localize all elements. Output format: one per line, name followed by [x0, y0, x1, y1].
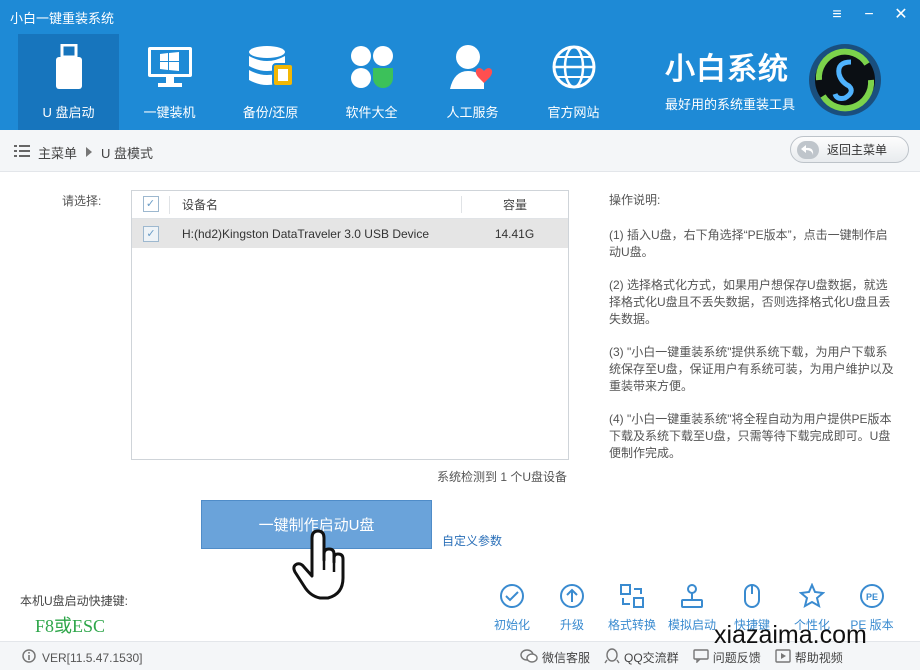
- instruction-step: (4) "小白一键重装系统"将全程自动为用户提供PE版本下载及系统下载至U盘，只…: [609, 412, 892, 460]
- window-controls: ≡ − ✕: [830, 6, 908, 24]
- back-arrow-icon: [797, 140, 819, 159]
- device-capacity: 14.41G: [494, 226, 535, 241]
- chevron-right-icon: [85, 145, 93, 160]
- device-table: ✓ 设备名 容量 ✓ H:(hd2)Kingston DataTraveler …: [131, 190, 569, 460]
- footer-link-qq[interactable]: QQ交流群: [604, 648, 679, 667]
- svg-text:PE: PE: [866, 592, 878, 602]
- footer-link-label: 微信客服: [542, 651, 591, 665]
- nav-item-website[interactable]: 官方网站: [523, 34, 624, 130]
- breadcrumb-current: U 盘模式: [101, 146, 154, 161]
- column-header-capacity: 容量: [461, 196, 568, 213]
- breadcrumb-bar: 主菜单 U 盘模式: [0, 130, 920, 172]
- menu-icon[interactable]: ≡: [830, 6, 844, 24]
- brand-slogan: 最好用的系统重装工具: [665, 97, 796, 112]
- custom-params-link[interactable]: 自定义参数: [442, 532, 502, 549]
- nav-item-usb-boot[interactable]: U 盘启动: [18, 34, 119, 130]
- check-circle-icon: [498, 582, 526, 610]
- tool-format-convert[interactable]: 格式转换: [602, 582, 662, 633]
- brand: 小白系统 最好用的系统重装工具: [665, 44, 795, 113]
- usb-drive-icon: [44, 42, 94, 92]
- footer-links: 微信客服 QQ交流群 问题反馈 帮助视频: [520, 648, 843, 667]
- version-info: VER[11.5.47.1530]: [22, 649, 143, 666]
- main-nav: U 盘启动 一键装机 备份/还原 软件大全 人工服务 官方网站: [18, 34, 624, 130]
- list-icon: [14, 145, 30, 160]
- version-text: VER[11.5.47.1530]: [42, 650, 143, 665]
- back-to-main-button[interactable]: 返回主菜单: [790, 136, 909, 163]
- table-row[interactable]: ✓ H:(hd2)Kingston DataTraveler 3.0 USB D…: [132, 219, 568, 248]
- nav-item-backup-restore[interactable]: 备份/还原: [220, 34, 321, 130]
- tool-label: 初始化: [493, 618, 530, 632]
- mouse-icon: [738, 582, 766, 610]
- close-icon[interactable]: ✕: [894, 6, 908, 24]
- tool-label: 格式转换: [607, 618, 656, 632]
- hand-cursor-icon: [290, 528, 350, 600]
- instruction-step: (2) 选择格式化方式，如果用户想保存U盘数据，就选择格式化U盘且不丢失数据，否…: [609, 278, 891, 326]
- back-button-label: 返回主菜单: [827, 143, 888, 157]
- nav-label: 一键装机: [143, 105, 196, 120]
- user-support-icon: [448, 42, 498, 92]
- watermark: xiazaima.com: [714, 621, 867, 649]
- tool-initialize[interactable]: 初始化: [482, 582, 542, 633]
- footer-link-label: 问题反馈: [712, 651, 761, 665]
- device-checkbox[interactable]: ✓: [143, 225, 159, 242]
- info-icon: [22, 649, 36, 666]
- wechat-icon: [520, 649, 538, 666]
- upgrade-arrow-icon: [558, 582, 586, 610]
- minimize-icon[interactable]: −: [862, 6, 876, 24]
- table-header: ✓ 设备名 容量: [132, 191, 568, 219]
- footer-link-label: QQ交流群: [624, 651, 679, 665]
- feedback-icon: [692, 649, 709, 666]
- globe-icon: [549, 42, 599, 92]
- instruction-step: (1) 插入U盘，右下角选择“PE版本”，点击一键制作启动U盘。: [609, 228, 888, 259]
- star-customize-icon: [798, 582, 826, 610]
- tool-simulate-boot[interactable]: 模拟启动: [662, 582, 722, 633]
- nav-label: U 盘启动: [42, 105, 95, 120]
- nav-item-software[interactable]: 软件大全: [321, 34, 422, 130]
- nav-item-one-click-install[interactable]: 一键装机: [119, 34, 220, 130]
- help-video-icon: [775, 649, 791, 666]
- footer-link-help-video[interactable]: 帮助视频: [775, 648, 843, 667]
- breadcrumb: 主菜单 U 盘模式: [14, 143, 153, 162]
- apps-grid-icon: [347, 42, 397, 92]
- database-backup-icon: [246, 42, 296, 92]
- footer-link-feedback[interactable]: 问题反馈: [692, 648, 761, 667]
- nav-label: 官方网站: [547, 105, 600, 120]
- hotkey-value: F8或ESC: [35, 616, 106, 636]
- brand-name: 小白系统: [665, 53, 789, 86]
- hotkey-label: 本机U盘启动快捷键:: [20, 594, 129, 608]
- column-header-name: 设备名: [182, 198, 219, 212]
- choose-label: 请选择:: [62, 194, 102, 208]
- joystick-icon: [678, 582, 706, 610]
- qq-icon: [604, 648, 620, 667]
- app-logo-icon: [805, 40, 885, 120]
- breadcrumb-root[interactable]: 主菜单: [38, 143, 77, 162]
- instructions-title: 操作说明:: [609, 193, 661, 207]
- instruction-step: (3) "小白一键重装系统"提供系统下载，为用户下载系统保存至U盘，保证用户有系…: [609, 345, 894, 393]
- instructions-panel: 操作说明: (1) 插入U盘，右下角选择“PE版本”，点击一键制作启动U盘。 (…: [609, 192, 894, 478]
- footer-link-wechat[interactable]: 微信客服: [520, 648, 590, 667]
- window-title: 小白一键重装系统: [10, 11, 115, 26]
- device-name: H:(hd2)Kingston DataTraveler 3.0 USB Dev…: [182, 226, 429, 241]
- header-bar: 小白一键重装系统 ≡ − ✕ U 盘启动 一键装机 备份/还原 软件大全 人工服…: [0, 0, 920, 130]
- format-convert-icon: [618, 582, 646, 610]
- tool-label: 升级: [559, 618, 584, 632]
- nav-item-support[interactable]: 人工服务: [422, 34, 523, 130]
- select-all-checkbox[interactable]: ✓: [142, 195, 159, 212]
- pe-badge-icon: PE: [858, 582, 886, 610]
- tool-upgrade[interactable]: 升级: [542, 582, 602, 633]
- nav-label: 人工服务: [446, 105, 499, 120]
- detect-status: 系统检测到 1 个U盘设备: [437, 470, 568, 484]
- tool-label: 模拟启动: [667, 618, 716, 632]
- monitor-windows-icon: [145, 42, 195, 92]
- footer-link-label: 帮助视频: [794, 651, 843, 665]
- nav-label: 软件大全: [345, 105, 398, 120]
- nav-label: 备份/还原: [242, 105, 299, 120]
